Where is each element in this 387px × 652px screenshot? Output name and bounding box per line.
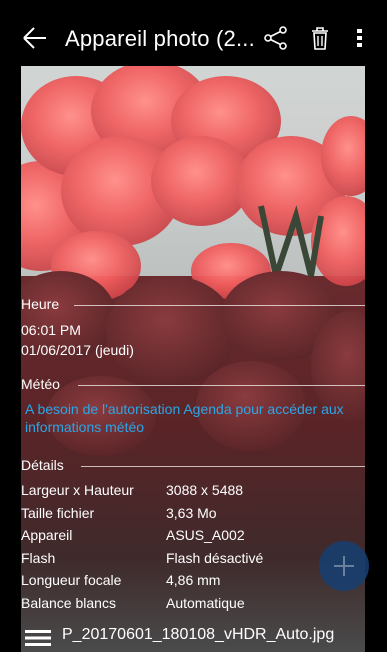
- photo-info-screen: Appareil photo (2... Heure 06:01 PM 01/0…: [0, 0, 387, 652]
- top-app-bar: Appareil photo (2...: [21, 14, 365, 64]
- details-section-heading: Détails: [21, 457, 365, 475]
- weather-section-heading: Météo: [21, 376, 365, 394]
- detail-value: Automatique: [166, 594, 245, 611]
- detail-label: Taille fichier: [21, 504, 95, 521]
- info-panel: Heure 06:01 PM 01/06/2017 (jeudi) Météo …: [21, 296, 365, 615]
- detail-label: Balance blancs: [21, 594, 116, 611]
- detail-label: Appareil: [21, 527, 73, 544]
- detail-row-device: Appareil ASUS_A002: [21, 524, 365, 547]
- bottom-bar: P_20170601_180108_vHDR_Auto.jpg: [21, 620, 365, 652]
- more-vert-icon[interactable]: [355, 24, 365, 52]
- page-title: Appareil photo (2...: [65, 26, 255, 51]
- arrow-left-icon[interactable]: [21, 24, 49, 52]
- weather-permission-link[interactable]: A besoin de l'autorisation Agenda pour a…: [21, 400, 355, 436]
- detail-value: 3088 x 5488: [166, 482, 244, 498]
- detail-row-focal-length: Longueur focale 4,86 mm: [21, 569, 365, 592]
- detail-row-file-size: Taille fichier 3,63 Mo: [21, 502, 365, 525]
- detail-row-flash: Flash Flash désactivé: [21, 547, 365, 570]
- time-value: 06:01 PM: [21, 322, 81, 338]
- time-heading: Heure: [21, 296, 60, 312]
- detail-value: 3,63 Mo: [166, 504, 217, 521]
- detail-value: Flash désactivé: [166, 549, 264, 566]
- detail-value: 4,86 mm: [166, 572, 221, 589]
- detail-value: ASUS_A002: [166, 527, 245, 544]
- share-icon[interactable]: [262, 24, 290, 52]
- trash-icon[interactable]: [306, 24, 334, 52]
- divider: [81, 466, 365, 467]
- left-border: [0, 0, 21, 652]
- detail-row-white-balance: Balance blancs Automatique: [21, 592, 365, 615]
- detail-label: Flash: [21, 549, 56, 566]
- date-value: 01/06/2017 (jeudi): [21, 342, 134, 358]
- divider: [74, 305, 365, 306]
- file-name: P_20170601_180108_vHDR_Auto.jpg: [62, 626, 335, 643]
- weather-heading: Météo: [21, 376, 60, 392]
- detail-label: Longueur focale: [21, 572, 122, 589]
- hamburger-menu-icon[interactable]: [25, 629, 51, 647]
- detail-label: Largeur x Hauteur: [21, 482, 134, 498]
- details-heading: Détails: [21, 457, 64, 473]
- divider: [78, 385, 365, 386]
- detail-row-dimensions: Largeur x Hauteur 3088 x 5488: [21, 479, 365, 502]
- time-section-heading: Heure: [21, 296, 365, 314]
